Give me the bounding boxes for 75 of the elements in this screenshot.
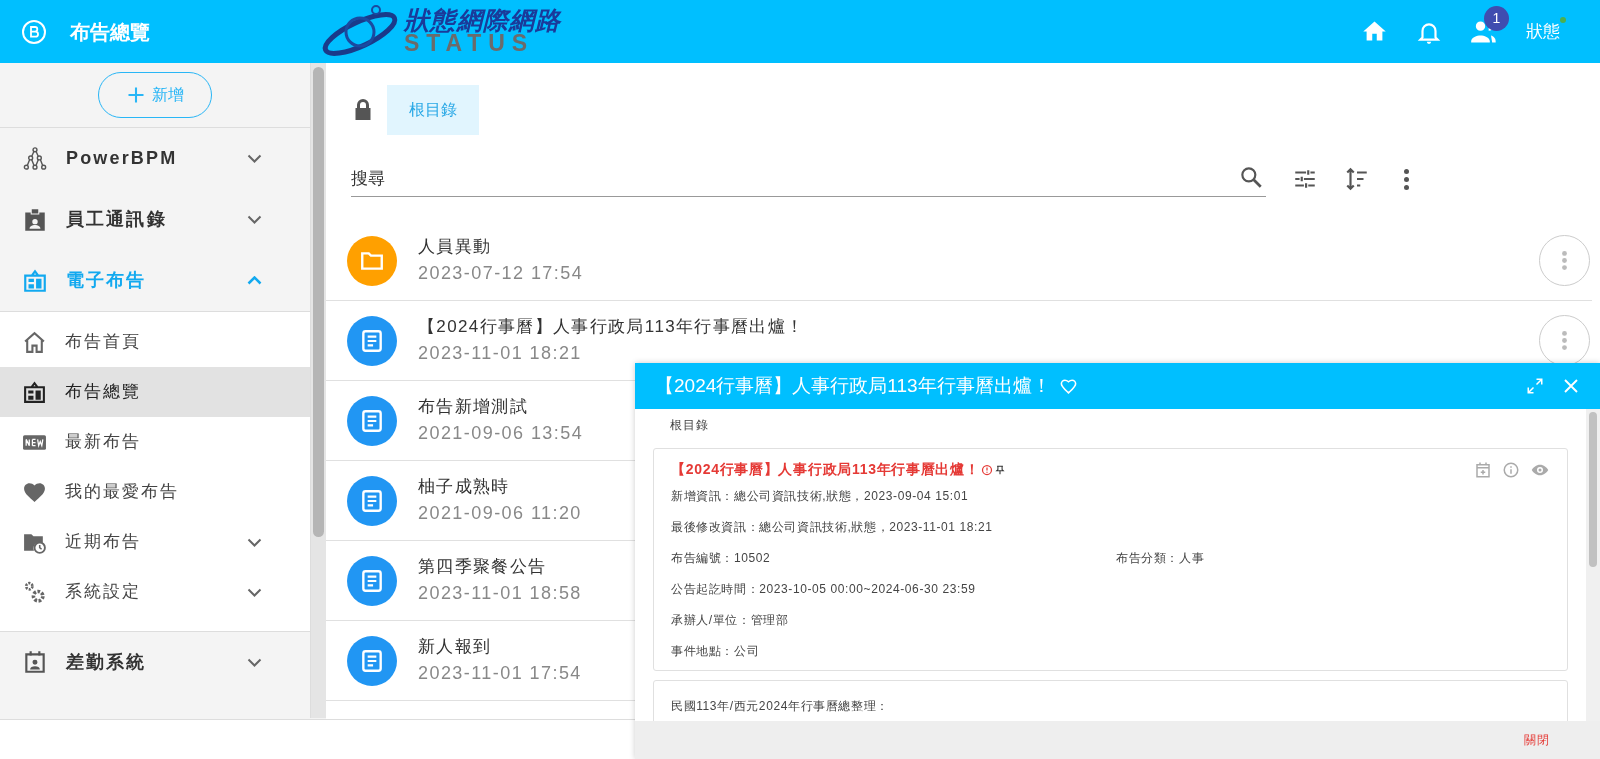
sidebar-item[interactable]: 布告首頁 — [0, 317, 310, 367]
board-icon — [22, 379, 47, 405]
notice-field: 公告起訖時間：2023-10-05 00:00~2024-06-30 23:59 — [671, 579, 1116, 598]
close-icon — [1562, 377, 1580, 395]
scrollbar[interactable] — [310, 63, 326, 718]
document-icon — [359, 407, 385, 434]
more-button[interactable] — [1402, 166, 1411, 192]
info-icon — [1502, 460, 1520, 479]
sidebar-section[interactable]: 員工通訊錄 — [0, 189, 310, 250]
notice-field: 布告分類：人事 — [1116, 548, 1205, 567]
chevron-down-icon — [247, 154, 262, 163]
calendar-person-icon — [22, 649, 48, 675]
item-date: 2023-07-12 17:54 — [418, 261, 584, 285]
notice-title: 【2024行事曆】人事行政局113年行事曆出爐！ — [671, 460, 980, 479]
more-icon — [1404, 168, 1409, 190]
app-logo-button[interactable] — [22, 19, 46, 44]
document-icon — [359, 647, 385, 674]
calendar-add-icon — [1474, 460, 1492, 479]
logo-text: 狀態網際網路 — [404, 8, 562, 33]
chevron-up-icon — [247, 276, 262, 285]
notice-field: 承辦人/單位：管理部 — [671, 610, 1116, 629]
sidebar-item[interactable]: 最新布告 — [0, 417, 310, 467]
item-date: 2021-09-06 11:20 — [418, 501, 582, 525]
item-title: 第四季聚餐公告 — [418, 556, 548, 579]
expand-button[interactable] — [1526, 377, 1544, 395]
search-icon — [1238, 164, 1264, 190]
sidebar-section[interactable]: PowerBPM — [0, 128, 310, 189]
item-date: 2021-09-06 13:54 — [418, 421, 584, 445]
sidebar-item[interactable]: 近期布告 — [0, 517, 310, 567]
notice-field: 布告編號：10502 — [671, 548, 1116, 567]
tree-icon — [22, 145, 48, 172]
item-title: 新人報到 — [418, 636, 493, 659]
orbit-logo-icon — [320, 4, 400, 59]
chevron-down-icon — [247, 537, 262, 547]
notice-field: 新增資訊：總公司資訊技術,狀態，2023-09-04 15:01 — [671, 486, 1116, 505]
plus-icon — [126, 85, 146, 105]
item-date: 2023-11-01 18:58 — [418, 581, 582, 605]
list-item[interactable]: 人員異動 2023-07-12 17:54 — [326, 221, 1592, 301]
document-icon — [359, 567, 385, 594]
more-icon — [1562, 251, 1567, 270]
sidebar-section[interactable]: 差勤系統 — [0, 631, 310, 692]
logo-subtext: STATUS — [404, 32, 534, 55]
item-title: 布告新增測試 — [418, 396, 530, 419]
notice-field: 事件地點：公司 — [671, 641, 1116, 660]
heart-outline-icon — [1058, 376, 1078, 396]
page-title: 布告總覽 — [70, 19, 150, 45]
chevron-down-icon — [247, 215, 262, 224]
sidebar-item[interactable]: 布告總覽 — [0, 367, 310, 417]
content-text: 民國113年/西元2024年行事曆總整理： — [671, 699, 889, 713]
item-title: 【2024行事曆】人事行政局113年行事曆出爐！ — [418, 316, 805, 339]
item-date: 2023-11-01 17:54 — [418, 661, 582, 685]
more-icon — [1562, 331, 1567, 350]
chevron-down-icon — [247, 587, 262, 597]
notice-field: 最後修改資訊：總公司資訊技術,狀態，2023-11-01 18:21 — [671, 517, 1116, 536]
close-button[interactable] — [1562, 377, 1580, 395]
item-title: 人員異動 — [418, 236, 493, 259]
document-icon — [359, 487, 385, 514]
notification-badge: 1 — [1484, 5, 1509, 31]
document-icon — [359, 327, 385, 354]
close-text-button[interactable]: 關閉 — [1523, 731, 1550, 749]
search-field[interactable]: 搜尋 — [351, 161, 1266, 197]
expand-icon — [1526, 377, 1544, 395]
chevron-down-icon — [247, 657, 262, 667]
sort-icon — [1344, 166, 1370, 192]
sidebar-item[interactable]: 系統設定 — [0, 567, 310, 617]
breadcrumb: 根目錄 — [670, 417, 711, 434]
board-icon — [22, 267, 48, 294]
sidebar-item[interactable]: 我的最愛布告 — [0, 467, 310, 517]
item-date: 2023-11-01 18:21 — [418, 341, 583, 365]
item-title: 柚子成熟時 — [418, 476, 511, 499]
b-letter-icon — [29, 25, 39, 38]
id-badge-icon — [22, 206, 48, 233]
home-icon — [22, 329, 47, 355]
dialog-scrollbar[interactable] — [1586, 409, 1600, 721]
favorite-button[interactable] — [1058, 376, 1078, 396]
